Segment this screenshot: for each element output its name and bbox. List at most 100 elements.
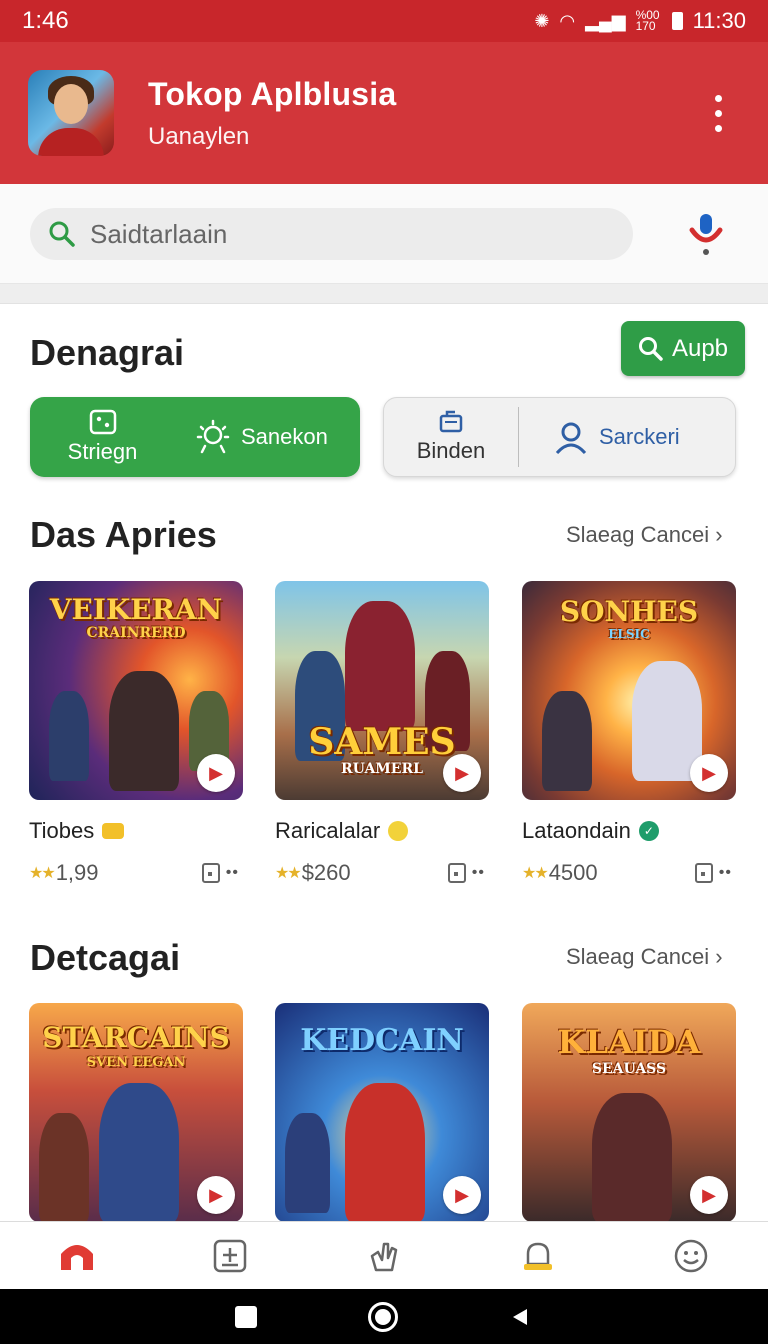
art-subtitle: SEAUASS <box>591 1061 667 1077</box>
segment-striegn[interactable]: Striegn <box>30 409 175 465</box>
smile-icon <box>674 1239 708 1272</box>
art-subtitle: ELSIC <box>608 627 650 641</box>
dice-icon <box>89 409 116 435</box>
app-card[interactable]: KEDCAIN ▶ <box>275 1003 489 1222</box>
app-card[interactable]: VEIKERAN CRAINRERD ▶ Tiobes ★★ 1,99 •• <box>29 581 243 886</box>
install-icon[interactable] <box>201 863 220 883</box>
aupb-button[interactable]: Aupb <box>621 321 745 376</box>
play-icon[interactable]: ▶ <box>443 1176 481 1214</box>
status-time-left: 1:46 <box>22 7 69 34</box>
mic-icon[interactable] <box>686 210 726 258</box>
app-thumbnail[interactable]: SAMES RUAMERL ▶ <box>275 581 489 800</box>
emoji-badge-icon <box>388 821 409 841</box>
wifi-icon: ◠ <box>559 10 576 31</box>
play-icon[interactable]: ▶ <box>443 754 481 792</box>
more-icon[interactable]: •• <box>719 864 732 882</box>
home-button-icon[interactable] <box>367 1301 398 1332</box>
app-subtitle: Uanaylen <box>148 122 250 150</box>
segment-sarckeri[interactable]: Sarckeri <box>553 419 680 455</box>
battery-percent: %00 170 <box>635 8 660 33</box>
status-icons: ✺ ◠ ▂▄▆ %00 170 11:30 <box>534 8 746 34</box>
folder-icon <box>439 410 463 433</box>
battery-icon <box>671 12 683 30</box>
nav-profile[interactable] <box>661 1226 721 1286</box>
overflow-menu-icon[interactable] <box>706 94 730 132</box>
add-box-icon <box>214 1239 247 1272</box>
header-titles: Tokop Aplblusia Uanaylen <box>148 76 396 151</box>
search-area: Saidtarlaain <box>0 184 768 284</box>
app-thumbnail[interactable]: STARCAINS SVEN EEGAN ▶ <box>29 1003 243 1222</box>
app-thumbnail[interactable]: SONHES ELSIC ▶ <box>522 581 736 800</box>
art-title: STARCAINS <box>42 1021 230 1054</box>
app-card[interactable]: STARCAINS SVEN EEGAN ▶ <box>29 1003 243 1222</box>
app-meta: ★★ 1,99 •• <box>29 860 243 886</box>
search-input[interactable]: Saidtarlaain <box>30 208 633 260</box>
play-icon[interactable]: ▶ <box>197 1176 235 1214</box>
app-card[interactable]: SONHES ELSIC ▶ Lataondain ✓ ★★ 4500 •• <box>522 581 736 886</box>
segment-divider <box>518 407 519 467</box>
bottom-navigation <box>0 1221 768 1289</box>
aupb-label: Aupb <box>671 334 729 362</box>
app-rating: 1,99 <box>55 860 99 885</box>
app-rating: 4500 <box>548 860 598 885</box>
verified-badge-icon: ✓ <box>638 821 659 841</box>
art-title: SONHES <box>559 595 699 628</box>
art-subtitle: CRAINRERD <box>86 625 186 641</box>
nav-add[interactable] <box>200 1226 260 1286</box>
art-title: VEIKERAN <box>49 593 223 626</box>
app-header: Tokop Aplblusia Uanaylen <box>0 42 768 184</box>
app-thumbnail[interactable]: VEIKERAN CRAINRERD ▶ <box>29 581 243 800</box>
status-bar: 1:46 ✺ ◠ ▂▄▆ %00 170 11:30 <box>0 0 768 42</box>
section-title-detcagai: Detcagai <box>30 937 181 978</box>
art-subtitle: SVEN EEGAN <box>86 1055 186 1070</box>
see-all-link[interactable]: Slaeag Cancei › <box>566 522 723 548</box>
system-navigation-bar <box>0 1289 768 1344</box>
green-segmented-control: Striegn Sanekon <box>30 397 360 477</box>
status-time-right: 11:30 <box>692 8 746 33</box>
art-title: KLAIDA <box>557 1023 701 1061</box>
app-name: Raricalalar <box>275 818 381 843</box>
play-icon[interactable]: ▶ <box>197 754 235 792</box>
grey-segmented-control: Binden Sarckeri <box>383 397 736 477</box>
install-icon[interactable] <box>694 863 713 883</box>
home-icon <box>60 1244 93 1270</box>
install-icon[interactable] <box>447 863 466 883</box>
nav-notifications[interactable] <box>508 1226 568 1286</box>
app-name-row: Lataondain ✓ <box>522 818 736 844</box>
search-placeholder: Saidtarlaain <box>90 218 228 249</box>
app-avatar[interactable] <box>28 70 114 156</box>
play-icon[interactable]: ▶ <box>690 1176 728 1214</box>
nav-activity[interactable] <box>354 1226 414 1286</box>
search-icon <box>49 221 75 247</box>
star-rating-icon: ★★ <box>29 865 56 882</box>
person-icon <box>555 422 587 455</box>
app-card[interactable]: SAMES RUAMERL ▶ Raricalalar ★★ $260 •• <box>275 581 489 886</box>
segment-label: Sanekon <box>241 424 328 449</box>
art-title: KEDCAIN <box>300 1023 464 1058</box>
play-icon[interactable]: ▶ <box>690 754 728 792</box>
nav-home[interactable] <box>47 1226 107 1286</box>
app-name: Lataondain <box>522 818 631 843</box>
app-name-row: Raricalalar <box>275 818 489 844</box>
segment-sanekon[interactable]: Sanekon <box>195 419 328 455</box>
signal-icon: ▂▄▆ <box>585 10 626 31</box>
app-name: Tiobes <box>29 818 95 843</box>
bell-icon <box>523 1242 552 1270</box>
app-thumbnail[interactable]: KEDCAIN ▶ <box>275 1003 489 1222</box>
app-title: Tokop Aplblusia <box>148 75 397 112</box>
coin-badge-icon <box>102 823 125 839</box>
app-thumbnail[interactable]: KLAIDA SEAUASS ▶ <box>522 1003 736 1222</box>
app-name-row: Tiobes <box>29 818 243 844</box>
app-meta: ★★ $260 •• <box>275 860 489 886</box>
segment-binden[interactable]: Binden <box>384 410 518 464</box>
star-rating-icon: ★★ <box>275 865 302 882</box>
see-all-link[interactable]: Slaeag Cancei › <box>566 944 723 970</box>
more-icon[interactable]: •• <box>226 864 239 882</box>
more-icon[interactable]: •• <box>472 864 485 882</box>
app-meta: ★★ 4500 •• <box>522 860 736 886</box>
back-icon[interactable] <box>509 1305 533 1329</box>
segment-label: Sarckeri <box>599 424 680 449</box>
section-title-denagrai: Denagrai <box>30 332 185 373</box>
recents-icon[interactable] <box>235 1305 258 1328</box>
app-card[interactable]: KLAIDA SEAUASS ▶ <box>522 1003 736 1222</box>
